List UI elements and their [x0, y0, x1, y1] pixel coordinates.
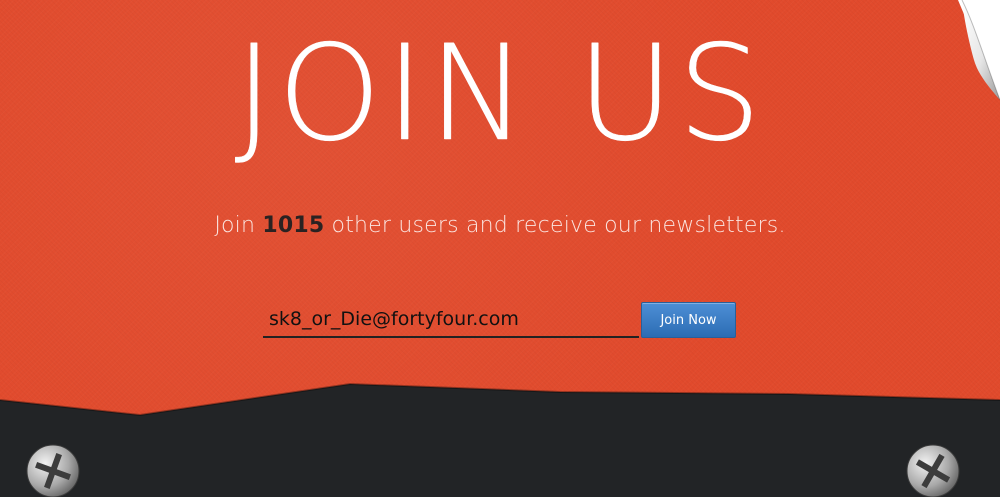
join-now-button[interactable]: Join Now — [641, 302, 736, 338]
email-field[interactable] — [263, 302, 639, 338]
dark-footer — [0, 382, 1000, 497]
subtitle: Join 1015 other users and receive our ne… — [0, 213, 1000, 238]
user-count: 1015 — [262, 213, 325, 238]
screw-icon — [26, 444, 80, 497]
subtitle-prefix: Join — [214, 213, 263, 238]
join-page: JOIN US Join 1015 other users and receiv… — [0, 0, 1000, 497]
screw-icon — [906, 444, 960, 497]
page-title: JOIN US — [234, 17, 766, 171]
subtitle-suffix: other users and receive our newsletters. — [324, 213, 786, 238]
